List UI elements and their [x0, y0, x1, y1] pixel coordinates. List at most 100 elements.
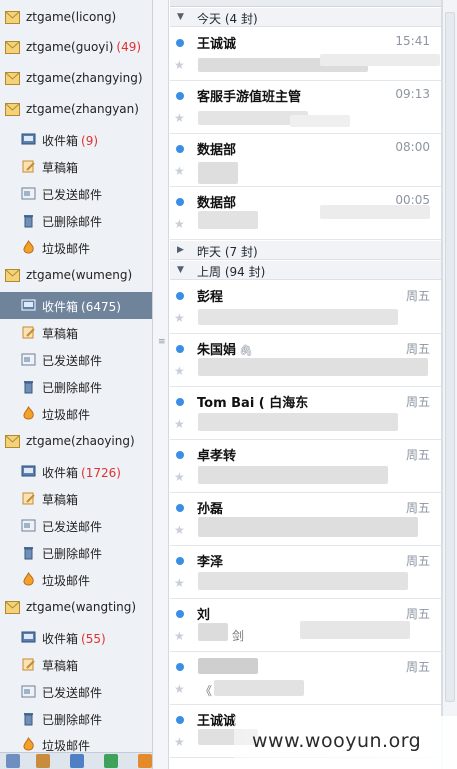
star-icon[interactable]: ★ [174, 364, 185, 378]
group-header-yesterday[interactable]: ▶ 昨天 (7 封) [170, 241, 441, 260]
account-guoyi[interactable]: ztgame(guoyi) (49) [0, 35, 152, 62]
contacts-icon[interactable] [36, 754, 50, 768]
blurred-snippet [198, 658, 258, 674]
folder-drafts[interactable]: 草稿箱 [0, 485, 152, 512]
folder-sent[interactable]: 已发送邮件 [0, 346, 152, 373]
star-icon[interactable]: ★ [174, 523, 185, 537]
account-licong[interactable]: ztgame(licong) [0, 5, 152, 32]
account-wangting[interactable]: ztgame(wangting) [0, 595, 152, 622]
unread-count: (6475) [81, 300, 121, 314]
mail-item[interactable]: ★ 刘 周五 剑 [170, 599, 441, 652]
account-name: ztgame(zhangyan) [26, 102, 139, 116]
account-name: ztgame(guoyi) (49) [26, 40, 142, 54]
blurred-snippet [198, 162, 238, 184]
star-icon[interactable]: ★ [174, 735, 185, 749]
sent-icon [21, 685, 36, 698]
unread-dot-icon [176, 398, 184, 406]
folder-junk[interactable]: 垃圾邮件 [0, 234, 152, 261]
watermark: www.wooyun.org [234, 716, 457, 769]
unread-dot-icon [176, 557, 184, 565]
star-icon[interactable]: ★ [174, 311, 185, 325]
expanded-triangle-icon[interactable]: ▼ [177, 12, 184, 22]
drafts-icon [22, 160, 35, 173]
fire-icon [23, 737, 34, 751]
account-wumeng[interactable]: ztgame(wumeng) [0, 263, 152, 290]
star-icon[interactable]: ★ [174, 58, 185, 72]
inbox-icon [21, 631, 36, 643]
trash-icon [24, 547, 33, 560]
star-icon[interactable]: ★ [174, 629, 185, 643]
mail-item[interactable]: ★ 李泽 周五 [170, 546, 441, 599]
folder-deleted[interactable]: 已删除邮件 [0, 705, 152, 732]
mail-item[interactable]: ★ 数据部 00:05 [170, 187, 441, 240]
folder-inbox-selected[interactable]: 收件箱 (6475) [0, 292, 152, 319]
account-name: ztgame(wangting) [26, 600, 137, 614]
unread-dot-icon [176, 292, 184, 300]
vertical-scrollbar[interactable] [442, 0, 457, 769]
mail-account-icon [5, 103, 20, 116]
sent-icon [21, 353, 36, 366]
star-icon[interactable]: ★ [174, 417, 185, 431]
pane-splitter[interactable]: ≡ [153, 0, 169, 769]
group-header-today[interactable]: ▼ 今天 (4 封) [170, 8, 441, 27]
fire-icon [23, 406, 34, 420]
folder-inbox[interactable]: 收件箱 (9) [0, 126, 152, 153]
folder-deleted[interactable]: 已删除邮件 [0, 373, 152, 400]
mail-account-icon [5, 435, 20, 448]
account-zhaoying[interactable]: ztgame(zhaoying) [0, 429, 152, 456]
star-icon[interactable]: ★ [174, 111, 185, 125]
mail-item[interactable]: ★ 卓孝转 周五 [170, 440, 441, 493]
folder-junk[interactable]: 垃圾邮件 [0, 566, 152, 593]
folder-drafts[interactable]: 草稿箱 [0, 319, 152, 346]
star-icon[interactable]: ★ [174, 470, 185, 484]
unread-count: (1726) [81, 466, 121, 480]
unread-dot-icon [176, 345, 184, 353]
mail-icon[interactable] [6, 754, 20, 768]
folder-junk[interactable]: 垃圾邮件 [0, 400, 152, 427]
mail-item[interactable]: ★ 孙磊 周五 [170, 493, 441, 546]
folder-deleted[interactable]: 已删除邮件 [0, 207, 152, 234]
sidebar-toolbar [0, 752, 152, 769]
rss-icon[interactable] [138, 754, 152, 768]
unread-dot-icon [176, 610, 184, 618]
expanded-triangle-icon[interactable]: ▼ [177, 265, 184, 275]
star-icon[interactable]: ★ [174, 217, 185, 231]
tasks-icon[interactable] [104, 754, 118, 768]
blurred-snippet [198, 623, 228, 641]
calendar-icon[interactable] [70, 754, 84, 768]
group-header-last-week[interactable]: ▼ 上周 (94 封) [170, 261, 441, 280]
collapsed-triangle-icon[interactable]: ▶ [177, 245, 184, 255]
splitter-grip-icon[interactable]: ≡ [158, 337, 166, 347]
account-zhangyan[interactable]: ztgame(zhangyan) [0, 97, 152, 124]
unread-dot-icon [176, 198, 184, 206]
scrollbar-thumb[interactable] [445, 12, 455, 702]
unread-count: (55) [81, 632, 106, 646]
star-icon[interactable]: ★ [174, 164, 185, 178]
mail-item[interactable]: ★ 王诚诚 15:41 [170, 28, 441, 81]
unread-dot-icon [176, 504, 184, 512]
blurred-snippet [198, 211, 258, 229]
star-icon[interactable]: ★ [174, 682, 185, 696]
folder-drafts[interactable]: 草稿箱 [0, 651, 152, 678]
mail-item[interactable]: ★ 数据部 08:00 [170, 134, 441, 187]
mail-item[interactable]: ★ 朱国娟 🖇 周五 [170, 334, 441, 387]
mail-item[interactable]: ★ 周五 《 [170, 652, 441, 705]
folder-sent[interactable]: 已发送邮件 [0, 180, 152, 207]
mail-item[interactable]: ★ Tom Bai ( 白海东 周五 [170, 387, 441, 440]
unread-dot-icon [176, 145, 184, 153]
folder-deleted[interactable]: 已删除邮件 [0, 539, 152, 566]
mail-account-icon [5, 41, 20, 54]
mail-item[interactable]: ★ 彭程 周五 [170, 281, 441, 334]
mail-account-icon [5, 11, 20, 24]
account-name: ztgame(wumeng) [26, 268, 133, 282]
folder-drafts[interactable]: 草稿箱 [0, 153, 152, 180]
attachment-icon: 🖇 [239, 344, 253, 357]
star-icon[interactable]: ★ [174, 576, 185, 590]
unread-dot-icon [176, 451, 184, 459]
folder-inbox[interactable]: 收件箱 (1726) [0, 458, 152, 485]
folder-sent[interactable]: 已发送邮件 [0, 512, 152, 539]
mail-item[interactable]: ★ 客服手游值班主管 09:13 [170, 81, 441, 134]
account-zhangying[interactable]: ztgame(zhangying) [0, 66, 152, 93]
folder-sent[interactable]: 已发送邮件 [0, 678, 152, 705]
folder-inbox[interactable]: 收件箱 (55) [0, 624, 152, 651]
